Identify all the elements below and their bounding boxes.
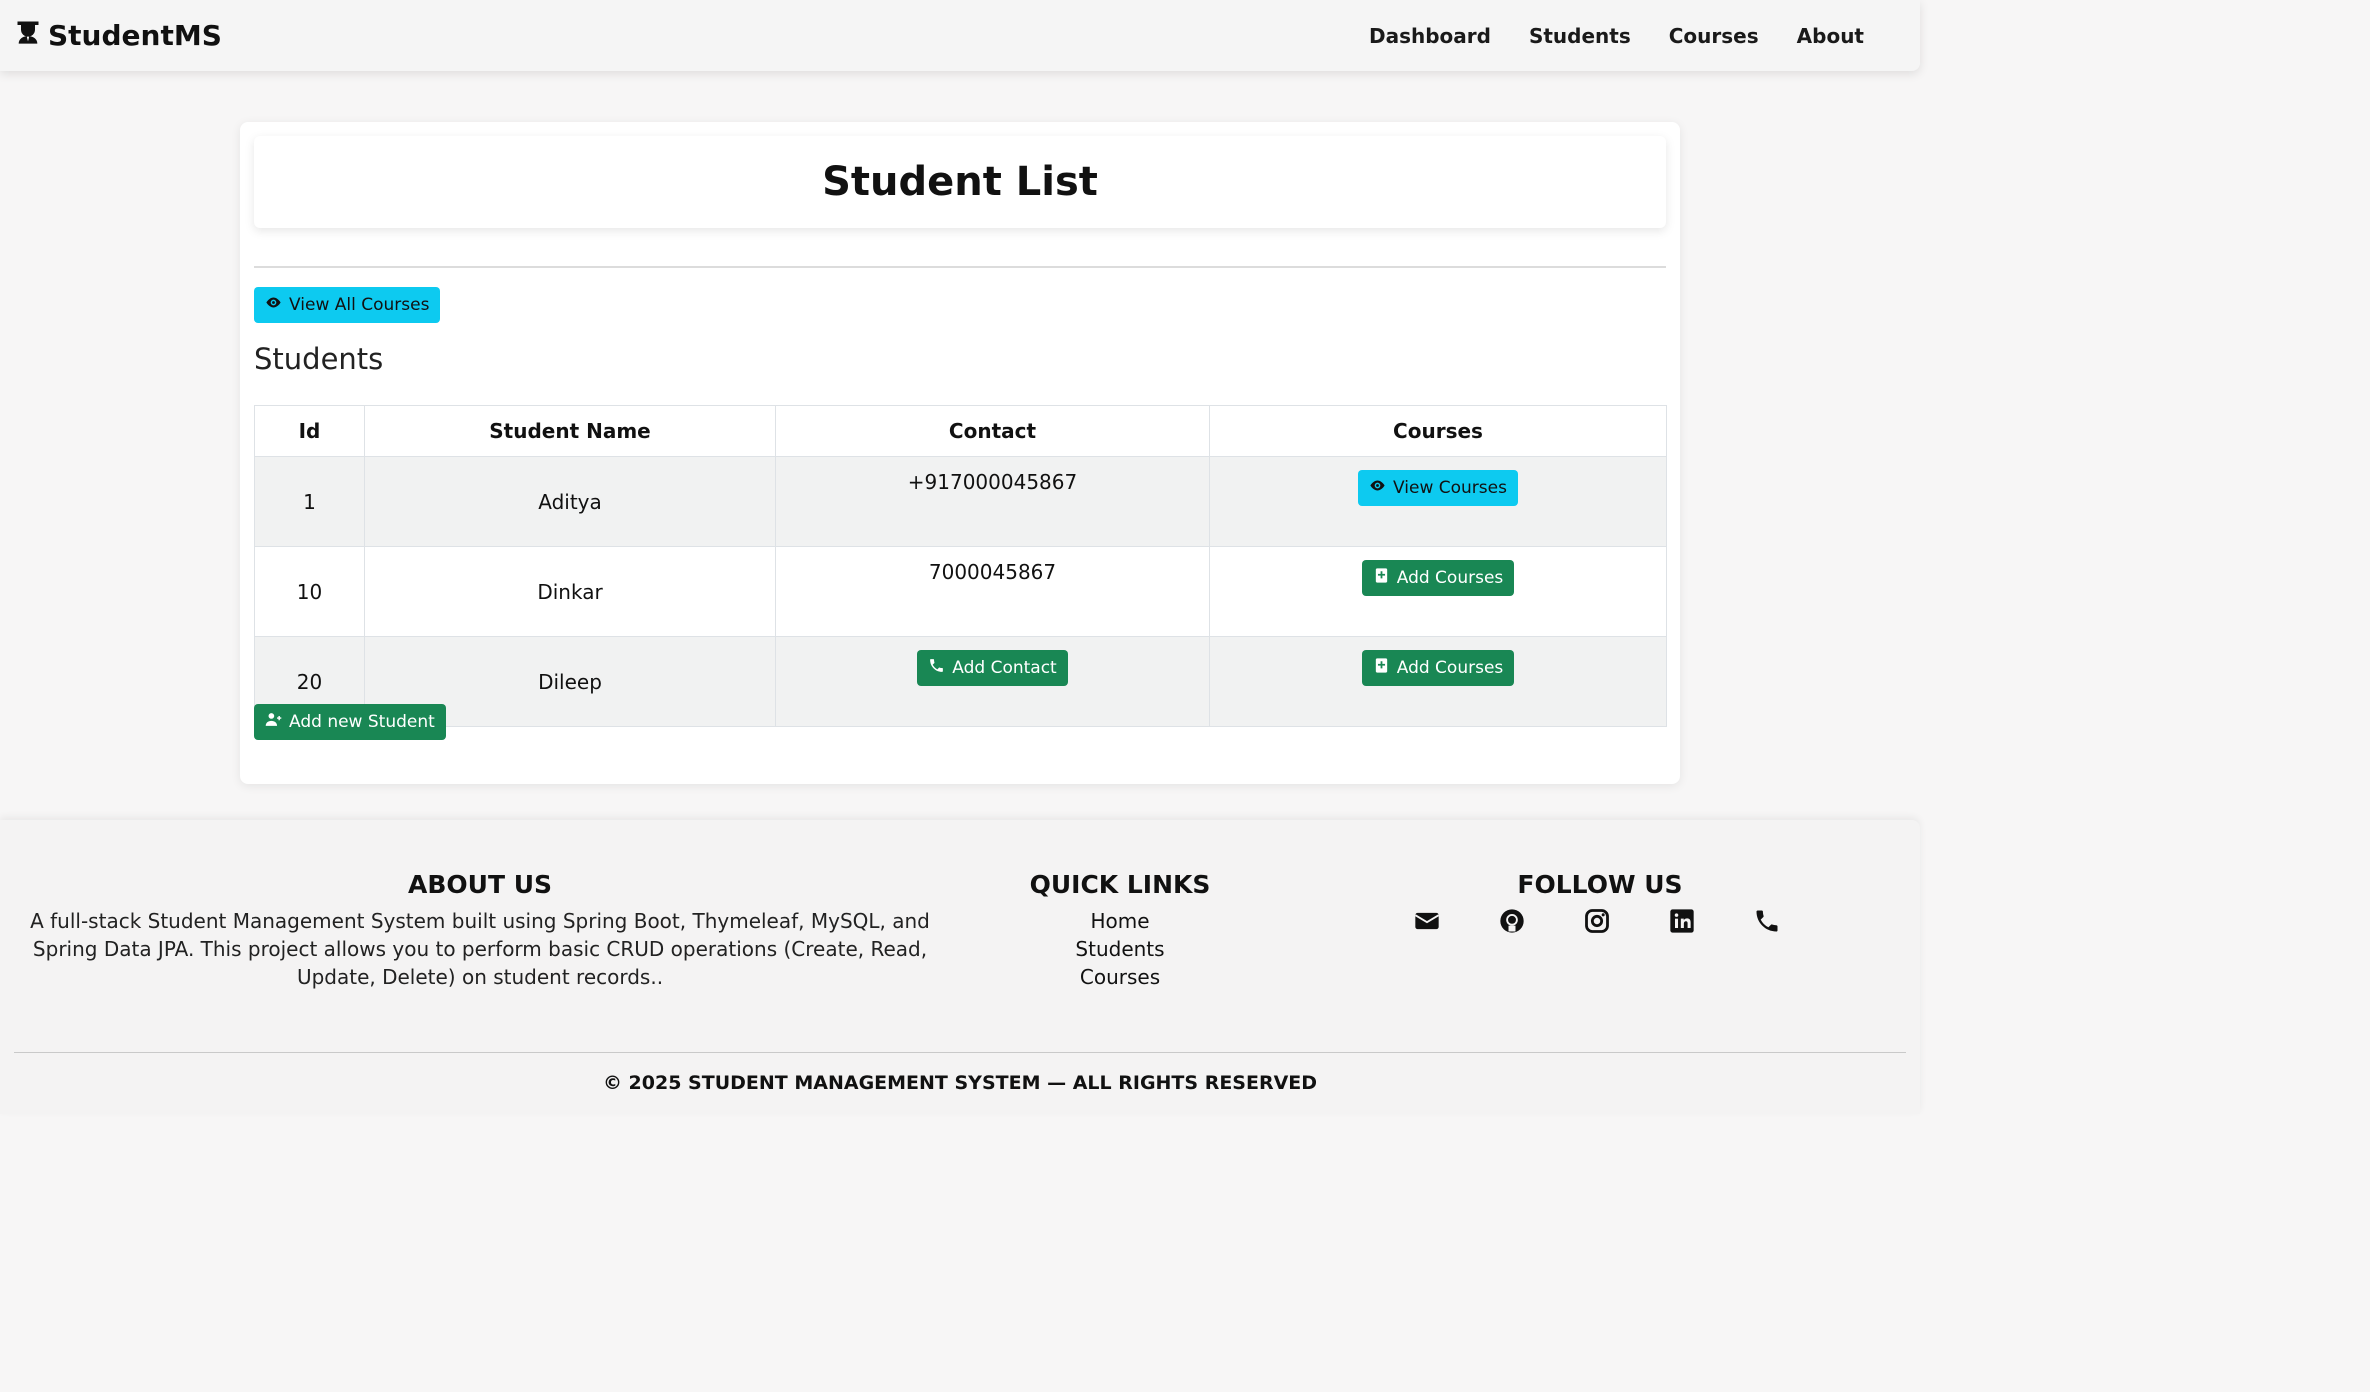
follow-section: FOLLOW US bbox=[1380, 870, 1820, 899]
about-text: A full-stack Student Management System b… bbox=[30, 909, 930, 989]
about-title: ABOUT US bbox=[407, 870, 553, 899]
students-table: Id Student Name Contact Courses 1 Aditya… bbox=[254, 405, 1667, 727]
section-title: Students bbox=[254, 342, 384, 376]
add-courses-button[interactable]: Add Courses bbox=[1361, 560, 1515, 596]
cell-contact: +917000045867 bbox=[775, 456, 1210, 547]
table-header-row: Id Student Name Contact Courses bbox=[254, 405, 1667, 457]
add-new-student-button[interactable]: Add new Student bbox=[254, 704, 446, 740]
footer: ABOUT US A full-stack Student Management… bbox=[0, 820, 1920, 1114]
user-plus-icon bbox=[265, 711, 282, 733]
social-icons bbox=[1412, 906, 1782, 936]
add-contact-button[interactable]: Add Contact bbox=[917, 650, 1068, 686]
cell-courses: Add Courses bbox=[1209, 546, 1667, 637]
book-plus-icon bbox=[1373, 657, 1390, 679]
divider bbox=[254, 266, 1666, 268]
add-new-student-label: Add new Student bbox=[289, 712, 435, 732]
cell-courses: Add Courses bbox=[1209, 636, 1667, 727]
page-title: Student List bbox=[822, 159, 1098, 205]
student-list-card: Student List View All Courses Students I… bbox=[240, 122, 1680, 784]
nav-dashboard[interactable]: Dashboard bbox=[1369, 24, 1491, 48]
header-id: Id bbox=[254, 405, 365, 457]
cell-name: Aditya bbox=[364, 456, 776, 547]
cell-name: Dinkar bbox=[364, 546, 776, 637]
table-row: 20 Dileep Add Contact Add Courses bbox=[254, 636, 1667, 727]
linkedin-icon[interactable] bbox=[1667, 906, 1697, 936]
nav-about[interactable]: About bbox=[1797, 24, 1864, 48]
phone-icon[interactable] bbox=[1752, 906, 1782, 936]
header-contact: Contact bbox=[775, 405, 1210, 457]
eye-icon bbox=[1369, 477, 1386, 499]
brand-logo[interactable]: StudentMS bbox=[14, 18, 222, 53]
view-courses-label: View Courses bbox=[1393, 478, 1507, 498]
header-student-name: Student Name bbox=[364, 405, 776, 457]
footer-link-courses[interactable]: Courses bbox=[1000, 963, 1240, 991]
nav-courses[interactable]: Courses bbox=[1669, 24, 1759, 48]
add-contact-label: Add Contact bbox=[952, 658, 1057, 678]
github-icon[interactable] bbox=[1497, 906, 1527, 936]
add-courses-label: Add Courses bbox=[1396, 658, 1504, 678]
eye-icon bbox=[265, 294, 282, 316]
follow-title: FOLLOW US bbox=[1517, 870, 1683, 899]
cell-courses: View Courses bbox=[1209, 456, 1667, 547]
view-courses-button[interactable]: View Courses bbox=[1358, 470, 1518, 506]
phone-icon bbox=[928, 657, 945, 679]
envelope-icon[interactable] bbox=[1412, 906, 1442, 936]
quick-links-section: QUICK LINKS Home Students Courses bbox=[1000, 870, 1240, 991]
footer-divider bbox=[14, 1052, 1906, 1053]
graduate-icon bbox=[14, 18, 42, 53]
table-row: 1 Aditya +917000045867 View Courses bbox=[254, 456, 1667, 547]
add-courses-button[interactable]: Add Courses bbox=[1361, 650, 1515, 686]
footer-link-home[interactable]: Home bbox=[1000, 907, 1240, 935]
view-all-courses-button[interactable]: View All Courses bbox=[254, 287, 441, 323]
nav-links: Dashboard Students Courses About bbox=[1369, 24, 1864, 48]
about-section: ABOUT US A full-stack Student Management… bbox=[15, 870, 945, 991]
cell-id: 1 bbox=[254, 456, 365, 547]
view-all-courses-label: View All Courses bbox=[289, 295, 430, 315]
add-courses-label: Add Courses bbox=[1396, 568, 1504, 588]
table-row: 10 Dinkar 7000045867 Add Courses bbox=[254, 546, 1667, 637]
title-box: Student List bbox=[254, 136, 1666, 228]
footer-link-students[interactable]: Students bbox=[1000, 935, 1240, 963]
cell-id: 10 bbox=[254, 546, 365, 637]
cell-contact: Add Contact bbox=[775, 636, 1210, 727]
copyright-text: © 2025 STUDENT MANAGEMENT SYSTEM — ALL R… bbox=[602, 1072, 1318, 1094]
book-plus-icon bbox=[1373, 567, 1390, 589]
quick-links-title: QUICK LINKS bbox=[1029, 870, 1211, 899]
brand-name: StudentMS bbox=[48, 19, 222, 52]
navbar: StudentMS Dashboard Students Courses Abo… bbox=[0, 0, 1920, 71]
instagram-icon[interactable] bbox=[1582, 906, 1612, 936]
cell-contact: 7000045867 bbox=[775, 546, 1210, 637]
nav-students[interactable]: Students bbox=[1529, 24, 1631, 48]
header-courses: Courses bbox=[1209, 405, 1667, 457]
